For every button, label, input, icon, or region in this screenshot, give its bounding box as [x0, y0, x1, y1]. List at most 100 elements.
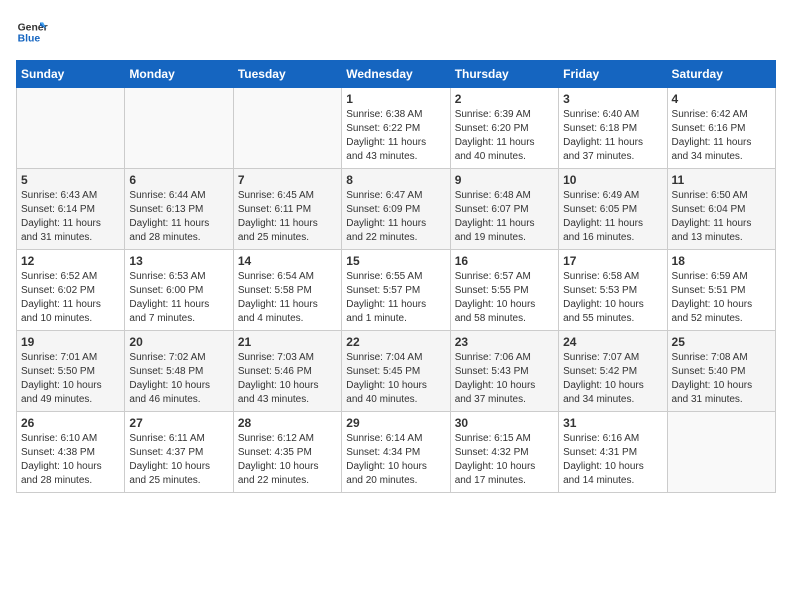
calendar-cell: 8Sunrise: 6:47 AM Sunset: 6:09 PM Daylig…	[342, 169, 450, 250]
day-info: Sunrise: 6:40 AM Sunset: 6:18 PM Dayligh…	[563, 108, 662, 164]
calendar-cell: 5 Sunrise: 6:43 AM Sunset: 6:14 PM Daylig…	[17, 169, 125, 250]
day-number: 29	[346, 416, 445, 430]
calendar-cell: 9Sunrise: 6:48 AM Sunset: 6:07 PM Daylig…	[450, 169, 558, 250]
day-info: Sunrise: 6:44 AM Sunset: 6:13 PM Dayligh…	[129, 189, 228, 245]
day-number: 20	[129, 335, 228, 349]
day-number: 11	[672, 173, 771, 187]
calendar-cell: 7 Sunrise: 6:45 AM Sunset: 6:11 PM Daylig…	[233, 169, 341, 250]
calendar-cell: 11 Sunrise: 6:50 AM Sunset: 6:04 PM Dayli…	[667, 169, 775, 250]
day-info: Sunrise: 7:06 AM Sunset: 5:43 PM Dayligh…	[455, 351, 554, 407]
day-number: 25	[672, 335, 771, 349]
calendar-week-row: 12 Sunrise: 6:52 AM Sunset: 6:02 PM Dayli…	[17, 250, 776, 331]
day-number: 26	[21, 416, 120, 430]
day-info: Sunrise: 6:10 AM Sunset: 4:38 PM Dayligh…	[21, 432, 120, 488]
logo: General Blue	[16, 16, 48, 48]
calendar-cell	[17, 88, 125, 169]
day-number: 15	[346, 254, 445, 268]
day-number: 28	[238, 416, 337, 430]
day-number: 17	[563, 254, 662, 268]
day-number: 3	[563, 92, 662, 106]
day-number: 5	[21, 173, 120, 187]
day-info: Sunrise: 7:02 AM Sunset: 5:48 PM Dayligh…	[129, 351, 228, 407]
day-info: Sunrise: 6:50 AM Sunset: 6:04 PM Dayligh…	[672, 189, 771, 245]
calendar-cell: 4 Sunrise: 6:42 AM Sunset: 6:16 PM Daylig…	[667, 88, 775, 169]
calendar-cell: 21 Sunrise: 7:03 AM Sunset: 5:46 PM Dayli…	[233, 331, 341, 412]
day-info: Sunrise: 6:42 AM Sunset: 6:16 PM Dayligh…	[672, 108, 771, 164]
day-info: Sunrise: 6:48 AM Sunset: 6:07 PM Dayligh…	[455, 189, 554, 245]
day-info: Sunrise: 7:01 AM Sunset: 5:50 PM Dayligh…	[21, 351, 120, 407]
day-info: Sunrise: 6:59 AM Sunset: 5:51 PM Dayligh…	[672, 270, 771, 326]
day-info: Sunrise: 6:58 AM Sunset: 5:53 PM Dayligh…	[563, 270, 662, 326]
calendar-cell: 18Sunrise: 6:59 AM Sunset: 5:51 PM Dayli…	[667, 250, 775, 331]
calendar-cell	[233, 88, 341, 169]
calendar-cell: 24 Sunrise: 7:07 AM Sunset: 5:42 PM Dayli…	[559, 331, 667, 412]
calendar-cell: 19 Sunrise: 7:01 AM Sunset: 5:50 PM Dayli…	[17, 331, 125, 412]
day-info: Sunrise: 6:16 AM Sunset: 4:31 PM Dayligh…	[563, 432, 662, 488]
weekday-header: Monday	[125, 61, 233, 88]
calendar-week-row: 19 Sunrise: 7:01 AM Sunset: 5:50 PM Dayli…	[17, 331, 776, 412]
day-number: 24	[563, 335, 662, 349]
calendar-cell	[125, 88, 233, 169]
calendar-cell: 15 Sunrise: 6:55 AM Sunset: 5:57 PM Dayli…	[342, 250, 450, 331]
day-info: Sunrise: 6:39 AM Sunset: 6:20 PM Dayligh…	[455, 108, 554, 164]
day-info: Sunrise: 6:43 AM Sunset: 6:14 PM Dayligh…	[21, 189, 120, 245]
day-number: 23	[455, 335, 554, 349]
day-info: Sunrise: 7:07 AM Sunset: 5:42 PM Dayligh…	[563, 351, 662, 407]
calendar-cell: 6Sunrise: 6:44 AM Sunset: 6:13 PM Daylig…	[125, 169, 233, 250]
day-number: 13	[129, 254, 228, 268]
calendar-cell: 3 Sunrise: 6:40 AM Sunset: 6:18 PM Daylig…	[559, 88, 667, 169]
day-number: 14	[238, 254, 337, 268]
day-number: 21	[238, 335, 337, 349]
day-number: 2	[455, 92, 554, 106]
calendar-cell: 13 Sunrise: 6:53 AM Sunset: 6:00 PM Dayli…	[125, 250, 233, 331]
logo-icon: General Blue	[16, 16, 48, 48]
day-number: 7	[238, 173, 337, 187]
day-info: Sunrise: 6:12 AM Sunset: 4:35 PM Dayligh…	[238, 432, 337, 488]
day-info: Sunrise: 6:55 AM Sunset: 5:57 PM Dayligh…	[346, 270, 445, 326]
day-number: 30	[455, 416, 554, 430]
calendar-cell: 12 Sunrise: 6:52 AM Sunset: 6:02 PM Dayli…	[17, 250, 125, 331]
calendar-cell: 2 Sunrise: 6:39 AM Sunset: 6:20 PM Daylig…	[450, 88, 558, 169]
calendar-cell: 22 Sunrise: 7:04 AM Sunset: 5:45 PM Dayli…	[342, 331, 450, 412]
day-number: 12	[21, 254, 120, 268]
calendar-cell: 28 Sunrise: 6:12 AM Sunset: 4:35 PM Dayli…	[233, 412, 341, 493]
day-info: Sunrise: 6:15 AM Sunset: 4:32 PM Dayligh…	[455, 432, 554, 488]
day-number: 27	[129, 416, 228, 430]
calendar-cell: 23 Sunrise: 7:06 AM Sunset: 5:43 PM Dayli…	[450, 331, 558, 412]
day-number: 22	[346, 335, 445, 349]
calendar-week-row: 26 Sunrise: 6:10 AM Sunset: 4:38 PM Dayli…	[17, 412, 776, 493]
calendar-cell: 14 Sunrise: 6:54 AM Sunset: 5:58 PM Dayli…	[233, 250, 341, 331]
day-info: Sunrise: 6:49 AM Sunset: 6:05 PM Dayligh…	[563, 189, 662, 245]
day-info: Sunrise: 7:04 AM Sunset: 5:45 PM Dayligh…	[346, 351, 445, 407]
calendar-cell: 1Sunrise: 6:38 AM Sunset: 6:22 PM Daylig…	[342, 88, 450, 169]
calendar-cell: 10 Sunrise: 6:49 AM Sunset: 6:05 PM Dayli…	[559, 169, 667, 250]
calendar-week-row: 1Sunrise: 6:38 AM Sunset: 6:22 PM Daylig…	[17, 88, 776, 169]
day-info: Sunrise: 7:08 AM Sunset: 5:40 PM Dayligh…	[672, 351, 771, 407]
day-info: Sunrise: 6:11 AM Sunset: 4:37 PM Dayligh…	[129, 432, 228, 488]
day-info: Sunrise: 6:52 AM Sunset: 6:02 PM Dayligh…	[21, 270, 120, 326]
calendar-header-row: SundayMondayTuesdayWednesdayThursdayFrid…	[17, 61, 776, 88]
day-number: 1	[346, 92, 445, 106]
calendar-cell: 31Sunrise: 6:16 AM Sunset: 4:31 PM Dayli…	[559, 412, 667, 493]
weekday-header: Sunday	[17, 61, 125, 88]
calendar-cell: 27 Sunrise: 6:11 AM Sunset: 4:37 PM Dayli…	[125, 412, 233, 493]
weekday-header: Tuesday	[233, 61, 341, 88]
day-number: 10	[563, 173, 662, 187]
calendar-cell: 20 Sunrise: 7:02 AM Sunset: 5:48 PM Dayli…	[125, 331, 233, 412]
weekday-header: Friday	[559, 61, 667, 88]
day-info: Sunrise: 6:45 AM Sunset: 6:11 PM Dayligh…	[238, 189, 337, 245]
calendar-cell	[667, 412, 775, 493]
weekday-header: Wednesday	[342, 61, 450, 88]
calendar-cell: 16Sunrise: 6:57 AM Sunset: 5:55 PM Dayli…	[450, 250, 558, 331]
page-header: General Blue	[16, 16, 776, 48]
day-number: 4	[672, 92, 771, 106]
calendar-cell: 17 Sunrise: 6:58 AM Sunset: 5:53 PM Dayli…	[559, 250, 667, 331]
day-info: Sunrise: 6:53 AM Sunset: 6:00 PM Dayligh…	[129, 270, 228, 326]
day-number: 19	[21, 335, 120, 349]
calendar-cell: 25 Sunrise: 7:08 AM Sunset: 5:40 PM Dayli…	[667, 331, 775, 412]
day-info: Sunrise: 7:03 AM Sunset: 5:46 PM Dayligh…	[238, 351, 337, 407]
calendar-table: SundayMondayTuesdayWednesdayThursdayFrid…	[16, 60, 776, 493]
calendar-cell: 26 Sunrise: 6:10 AM Sunset: 4:38 PM Dayli…	[17, 412, 125, 493]
day-info: Sunrise: 6:54 AM Sunset: 5:58 PM Dayligh…	[238, 270, 337, 326]
calendar-week-row: 5 Sunrise: 6:43 AM Sunset: 6:14 PM Daylig…	[17, 169, 776, 250]
